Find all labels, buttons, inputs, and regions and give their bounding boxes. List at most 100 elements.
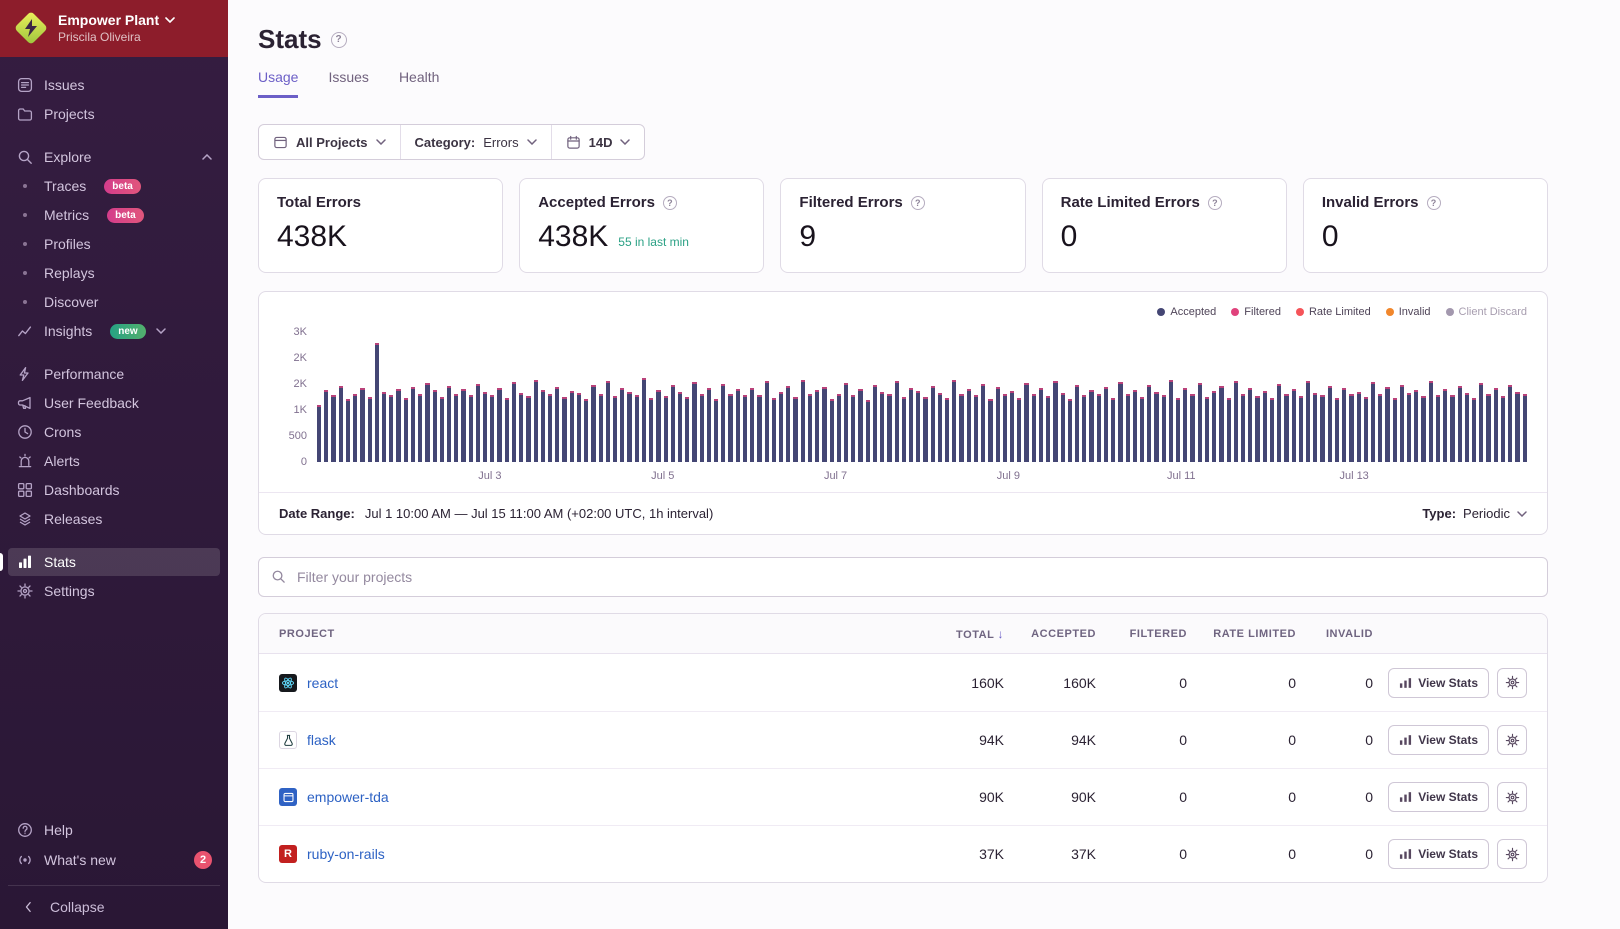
col-total[interactable]: Total ↓	[908, 627, 1004, 641]
project-settings-button[interactable]	[1497, 667, 1527, 698]
chart-bar[interactable]	[432, 390, 437, 462]
chart-bar[interactable]	[1031, 394, 1036, 462]
chart-bar[interactable]	[1486, 394, 1491, 462]
chart-bar[interactable]	[959, 394, 964, 462]
sidebar-item-discover[interactable]: Discover	[8, 288, 220, 316]
chart-bar[interactable]	[1219, 386, 1224, 462]
chart-bar[interactable]	[605, 381, 610, 462]
chart-bar[interactable]	[663, 396, 668, 462]
chart-bar[interactable]	[750, 388, 755, 462]
chart-bar[interactable]	[1255, 396, 1260, 462]
chart-bar[interactable]	[981, 384, 986, 462]
chart-bar[interactable]	[1262, 391, 1267, 462]
chart-bar[interactable]	[1421, 396, 1426, 462]
chart-bar[interactable]	[1414, 390, 1419, 462]
col-filtered[interactable]: Filtered	[1096, 628, 1187, 640]
chart-bar[interactable]	[728, 394, 733, 462]
chart-bar[interactable]	[1363, 397, 1368, 462]
chart-bar[interactable]	[1291, 389, 1296, 462]
chart-bar[interactable]	[894, 381, 899, 462]
chart-bar[interactable]	[1515, 392, 1520, 462]
chart-bar[interactable]	[721, 384, 726, 462]
chart-bar[interactable]	[851, 395, 856, 462]
chart-bar[interactable]	[865, 400, 870, 462]
chart-bar[interactable]	[584, 399, 589, 462]
col-accepted[interactable]: Accepted	[1004, 628, 1096, 640]
chart-bar[interactable]	[656, 390, 661, 462]
sidebar-collapse-button[interactable]: Collapse	[8, 885, 220, 929]
chart-bar[interactable]	[548, 394, 553, 462]
chart-bar[interactable]	[1111, 398, 1116, 462]
sidebar-item-issues[interactable]: Issues	[8, 71, 220, 99]
chart-bar[interactable]	[1269, 398, 1275, 462]
chart-bar[interactable]	[598, 394, 603, 462]
chart-bar[interactable]	[843, 383, 849, 462]
chart-bar[interactable]	[649, 398, 654, 462]
chart-bar[interactable]	[1190, 394, 1195, 462]
chart-bar[interactable]	[641, 378, 647, 462]
chart-bar[interactable]	[1204, 397, 1210, 462]
chart-bar[interactable]	[389, 395, 394, 462]
chart-bar[interactable]	[692, 382, 697, 462]
chart-bar[interactable]	[591, 385, 596, 462]
chart-bar[interactable]	[714, 399, 719, 462]
chart-bar[interactable]	[1147, 385, 1152, 462]
project-settings-button[interactable]	[1497, 782, 1527, 812]
chart-bar[interactable]	[1457, 386, 1462, 462]
project-search-input[interactable]	[258, 557, 1548, 597]
chart-bar[interactable]	[1125, 394, 1130, 462]
chart-bar[interactable]	[1241, 394, 1246, 462]
chart-bar[interactable]	[945, 398, 950, 462]
chart-bar[interactable]	[880, 392, 885, 462]
chart-bar[interactable]	[1435, 395, 1441, 462]
sidebar-item-insights[interactable]: Insights new	[8, 317, 220, 345]
col-invalid[interactable]: Invalid	[1296, 628, 1373, 640]
chart-bar[interactable]	[526, 396, 531, 462]
chart-bar[interactable]	[1176, 398, 1181, 462]
project-link[interactable]: flask	[307, 732, 336, 748]
chart-bar[interactable]	[1450, 395, 1455, 462]
chart-bar[interactable]	[1067, 399, 1072, 462]
chart-bar[interactable]	[1053, 381, 1058, 462]
chart-bar[interactable]	[1370, 382, 1376, 462]
category-filter-dropdown[interactable]: Category: Errors	[399, 125, 551, 159]
chart-bar[interactable]	[1060, 393, 1065, 462]
chart-bar[interactable]	[1183, 388, 1188, 462]
chart-bar[interactable]	[1096, 394, 1101, 462]
chart-bar[interactable]	[374, 343, 379, 462]
chart-bar[interactable]	[1139, 397, 1145, 462]
chart-bar[interactable]	[1493, 388, 1498, 462]
help-icon[interactable]: ?	[910, 195, 925, 210]
chart-bar[interactable]	[403, 398, 408, 462]
chart-bar[interactable]	[1378, 394, 1383, 462]
col-project[interactable]: Project	[279, 628, 908, 640]
chart-bar[interactable]	[930, 386, 935, 462]
chart-bar[interactable]	[1226, 398, 1231, 462]
chart-bar[interactable]	[317, 405, 322, 462]
sidebar-item-stats[interactable]: Stats	[0, 548, 220, 576]
date-range-dropdown[interactable]: 14D	[550, 125, 645, 159]
chart-bar[interactable]	[381, 392, 387, 462]
chart-bar[interactable]	[1464, 393, 1469, 462]
chart-bar[interactable]	[324, 390, 329, 462]
chart-bar[interactable]	[923, 397, 928, 462]
sidebar-item-help[interactable]: Help	[8, 816, 220, 844]
chart-bar[interactable]	[1407, 393, 1412, 462]
col-rate-limited[interactable]: Rate Limited	[1187, 628, 1296, 640]
chart-bar[interactable]	[576, 393, 582, 462]
chart-bar[interactable]	[1074, 385, 1080, 462]
chart-bar[interactable]	[1334, 398, 1340, 462]
chart-bar[interactable]	[1443, 389, 1448, 462]
sidebar-item-releases[interactable]: Releases	[8, 505, 220, 533]
chart-bar[interactable]	[345, 399, 351, 462]
chart-bar[interactable]	[1132, 390, 1137, 462]
help-icon[interactable]: ?	[1207, 195, 1222, 210]
chart-bar[interactable]	[677, 392, 683, 462]
chart-bar[interactable]	[511, 382, 517, 462]
chart-bar[interactable]	[1342, 388, 1347, 462]
chart-bar[interactable]	[1284, 394, 1289, 462]
chart-bar[interactable]	[1349, 394, 1354, 462]
chart-bar[interactable]	[360, 388, 365, 462]
org-switcher[interactable]: Empower Plant Priscila Oliveira	[0, 0, 228, 57]
chart-bar[interactable]	[331, 395, 336, 462]
